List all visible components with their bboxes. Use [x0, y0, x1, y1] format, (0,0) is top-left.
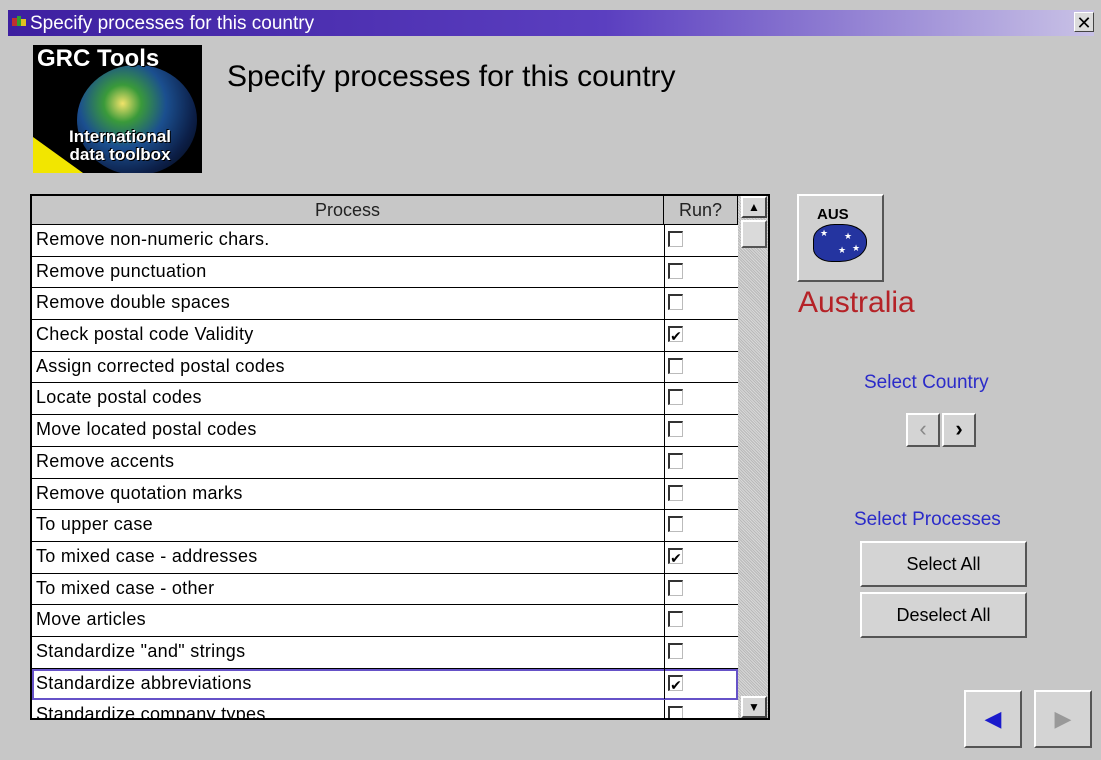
close-button[interactable]: ✕	[1074, 12, 1094, 33]
process-name: To upper case	[36, 514, 153, 535]
process-name: Standardize abbreviations	[36, 672, 252, 693]
run-checkbox[interactable]	[668, 389, 683, 406]
prev-country-button[interactable]: ‹	[906, 413, 940, 447]
table-row[interactable]: Remove quotation marks	[32, 478, 738, 511]
select-all-button[interactable]: Select All	[860, 541, 1027, 587]
dialog-window: Specify processes for this country ✕ GRC…	[0, 0, 1101, 760]
process-rows: Remove non-numeric chars. Remove punctuat…	[32, 225, 738, 720]
run-checkbox[interactable]	[668, 231, 683, 247]
run-checkbox[interactable]	[668, 452, 683, 469]
table-row[interactable]: Standardize company types	[32, 700, 738, 720]
cell-divider	[664, 256, 665, 288]
table-row[interactable]: Standardize abbreviations ✔	[32, 668, 738, 701]
cell-divider	[664, 320, 665, 351]
process-name: Move articles	[36, 609, 146, 630]
cell-divider	[664, 541, 665, 573]
cell-divider	[664, 668, 665, 700]
process-grid: Process Run? Remove non-numeric chars. Re…	[30, 194, 770, 720]
column-header-run[interactable]: Run?	[664, 196, 738, 225]
cell-divider	[664, 573, 665, 605]
cell-divider	[664, 700, 665, 718]
run-checkbox[interactable]	[668, 706, 683, 718]
table-row[interactable]: Assign corrected postal codes	[32, 351, 738, 384]
table-row[interactable]: Standardize "and" strings	[32, 636, 738, 669]
run-checkbox[interactable]	[668, 484, 683, 501]
country-flag-button[interactable]: AUS ★ ★ ★ ★	[797, 194, 884, 282]
table-row[interactable]: To mixed case - addresses ✔	[32, 541, 738, 574]
table-row[interactable]: Remove double spaces	[32, 288, 738, 321]
run-checkbox[interactable]: ✔	[668, 674, 683, 693]
logo-subtitle-line1: International	[69, 127, 172, 146]
process-name: To mixed case - other	[36, 577, 215, 598]
run-checkbox[interactable]	[668, 642, 683, 659]
run-checkbox[interactable]	[668, 516, 683, 533]
scroll-thumb[interactable]	[741, 220, 767, 248]
vertical-scrollbar[interactable]: ▲ ▼	[738, 196, 768, 718]
deselect-all-button[interactable]: Deselect All	[860, 592, 1027, 638]
title-bar[interactable]: Specify processes for this country ✕	[8, 10, 1094, 36]
process-name: Remove double spaces	[36, 292, 231, 313]
logo-subtitle: International data toolbox	[69, 128, 171, 164]
table-row[interactable]: Locate postal codes	[32, 383, 738, 416]
page-title: Specify processes for this country	[227, 60, 676, 93]
app-icon	[12, 16, 26, 26]
run-checkbox[interactable]	[668, 357, 683, 374]
run-checkbox[interactable]	[668, 421, 683, 438]
select-country-label: Select Country	[864, 372, 989, 393]
next-country-button[interactable]: ›	[942, 413, 976, 447]
logo-subtitle-line2: data toolbox	[69, 145, 171, 164]
table-row[interactable]: To upper case	[32, 510, 738, 542]
country-code: AUS	[817, 206, 849, 223]
cell-divider	[664, 351, 665, 383]
table-row[interactable]: Remove accents	[32, 446, 738, 479]
column-header-process[interactable]: Process	[32, 196, 664, 225]
cell-divider	[664, 225, 665, 256]
table-row[interactable]: Check postal code Validity ✔	[32, 320, 738, 352]
run-checkbox[interactable]	[668, 262, 683, 279]
cell-divider	[664, 288, 665, 320]
process-name: Remove quotation marks	[36, 482, 243, 503]
grc-tools-logo: GRC Tools International data toolbox	[33, 45, 202, 173]
table-row[interactable]: Move articles	[32, 605, 738, 637]
scroll-down-button[interactable]: ▼	[741, 696, 767, 718]
country-name: Australia	[798, 286, 915, 319]
table-row[interactable]: Remove non-numeric chars.	[32, 225, 738, 257]
process-name: Assign corrected postal codes	[36, 355, 285, 376]
cell-divider	[664, 605, 665, 636]
process-name: Remove accents	[36, 450, 175, 471]
run-checkbox[interactable]: ✔	[668, 547, 683, 566]
cell-divider	[664, 415, 665, 446]
logo-title: GRC Tools	[37, 45, 160, 72]
process-name: Remove non-numeric chars.	[36, 229, 270, 249]
run-checkbox[interactable]	[668, 579, 683, 596]
process-name: To mixed case - addresses	[36, 545, 258, 566]
forward-page-button[interactable]: ▶	[1034, 690, 1092, 748]
process-name: Standardize company types	[36, 704, 266, 720]
process-name: Locate postal codes	[36, 387, 202, 408]
cell-divider	[664, 478, 665, 510]
process-name: Move located postal codes	[36, 419, 257, 440]
process-name: Standardize "and" strings	[36, 640, 246, 661]
cell-divider	[664, 383, 665, 415]
table-row[interactable]: To mixed case - other	[32, 573, 738, 606]
scroll-up-button[interactable]: ▲	[741, 196, 767, 218]
cell-divider	[664, 510, 665, 541]
cell-divider	[664, 636, 665, 668]
run-checkbox[interactable]	[668, 294, 683, 311]
select-processes-label: Select Processes	[854, 509, 1001, 530]
process-name: Remove punctuation	[36, 260, 207, 281]
run-checkbox[interactable]	[668, 611, 683, 628]
back-page-button[interactable]: ◀	[964, 690, 1022, 748]
australia-map-icon: ★ ★ ★ ★	[813, 224, 867, 262]
window-title: Specify processes for this country	[30, 13, 315, 34]
run-checkbox[interactable]: ✔	[668, 326, 683, 344]
process-name: Check postal code Validity	[36, 324, 254, 345]
cell-divider	[664, 446, 665, 478]
table-row[interactable]: Move located postal codes	[32, 415, 738, 447]
table-row[interactable]: Remove punctuation	[32, 256, 738, 289]
